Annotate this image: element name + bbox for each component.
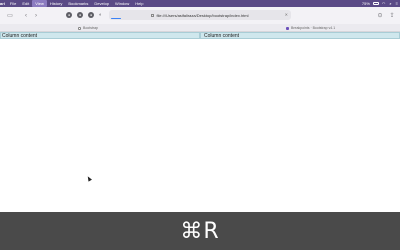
menu-bar: ari File Edit View History Bookmarks Dev… (0, 0, 400, 7)
battery-percent: 75% (361, 1, 370, 6)
screen: ari File Edit View History Bookmarks Dev… (0, 0, 400, 250)
grid-row: Column content Column content (0, 32, 400, 39)
privacy-report-icon[interactable]: ◐ (99, 12, 104, 18)
menu-edit[interactable]: Edit (19, 0, 32, 7)
menu-window[interactable]: Window (112, 0, 132, 7)
control-center-icon[interactable]: ≡ (394, 1, 400, 6)
wifi-icon[interactable]: ◠ (380, 1, 388, 6)
grid-column: Column content (200, 32, 400, 39)
menu-bookmarks[interactable]: Bookmarks (65, 0, 91, 7)
address-text: file:///Users/asifaliraza/Desktop/bootst… (156, 12, 249, 18)
browser-toolbar: ▭ ‹ › ● ● ● ◐ file:///Users/asifaliraza/… (0, 7, 400, 24)
bootstrap-favicon-icon (286, 26, 289, 30)
battery-icon[interactable] (372, 2, 379, 5)
keystroke-overlay: ⌘R (0, 212, 400, 250)
downloads-icon[interactable]: ⊙ (376, 11, 384, 19)
tab-breakpoints[interactable]: Breakpoints · Bootstrap v4.1 (286, 25, 335, 31)
extension-icon-2[interactable]: ● (77, 12, 83, 18)
extension-icon-1[interactable]: ● (66, 12, 72, 18)
extension-icon-3[interactable]: ● (88, 12, 94, 18)
tab-label: Bootstrap (83, 26, 98, 30)
forward-icon[interactable]: › (32, 12, 40, 20)
keystroke-text: ⌘R (180, 218, 220, 244)
menu-file[interactable]: File (7, 0, 19, 7)
menu-develop[interactable]: Develop (91, 0, 112, 7)
app-name-menu[interactable]: ari (0, 1, 7, 6)
stop-loading-icon[interactable]: ✕ (285, 12, 288, 17)
grid-column: Column content (0, 32, 200, 39)
sidebar-toggle-icon[interactable]: ▭ (6, 12, 14, 20)
tab-bar: Bootstrap Breakpoints · Bootstrap v4.1 (0, 24, 400, 32)
web-page: Column content Column content (0, 32, 400, 212)
status-area: 75% ◠ ⌕ ≡ (360, 0, 400, 7)
page-icon (151, 13, 155, 17)
menu-history[interactable]: History (47, 0, 65, 7)
menu-view[interactable]: View (32, 0, 47, 7)
tab-bootstrap[interactable]: Bootstrap (78, 25, 98, 31)
share-icon[interactable]: ⇪ (388, 11, 396, 19)
page-favicon-icon (78, 26, 81, 30)
menu-help[interactable]: Help (132, 0, 146, 7)
tab-label: Breakpoints · Bootstrap v4.1 (291, 26, 336, 30)
back-icon[interactable]: ‹ (22, 12, 30, 20)
address-bar[interactable]: file:///Users/asifaliraza/Desktop/bootst… (109, 10, 291, 20)
load-progress-bar (111, 18, 121, 19)
